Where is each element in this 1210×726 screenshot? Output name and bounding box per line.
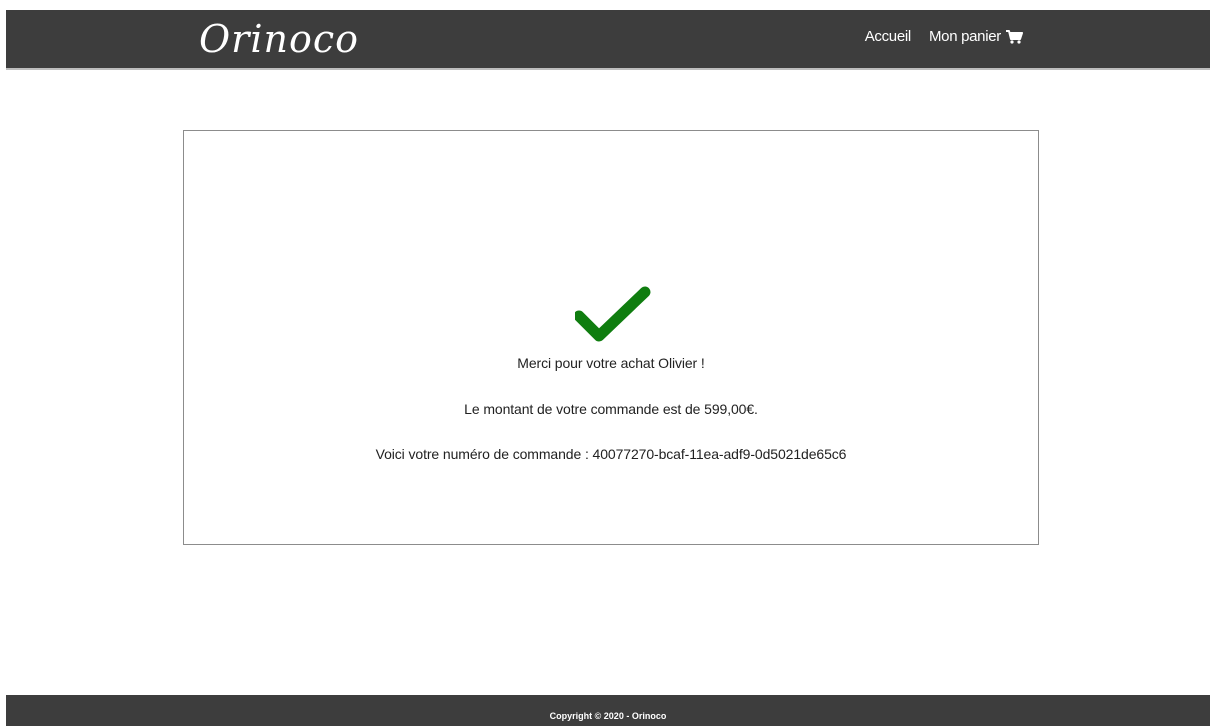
nav-link-home-label: Accueil xyxy=(864,28,912,45)
nav-link-home[interactable]: Accueil xyxy=(864,28,912,45)
nav-link-cart[interactable]: Mon panier xyxy=(929,28,1023,45)
top-navbar: Orinoco Accueil Mon panier xyxy=(6,10,1210,70)
copyright-text: Copyright © 2020 - Orinoco xyxy=(549,711,667,721)
page: Orinoco Accueil Mon panier Merci pour vo… xyxy=(0,0,1210,726)
order-amount-message: Le montant de votre commande est de 599,… xyxy=(464,401,758,417)
footer: Copyright © 2020 - Orinoco xyxy=(6,695,1210,726)
order-number-message: Voici votre numéro de commande : 4007727… xyxy=(375,446,847,462)
main-nav: Accueil Mon panier xyxy=(865,28,1023,45)
brand-logo[interactable]: Orinoco xyxy=(199,16,359,62)
check-icon xyxy=(573,286,651,342)
thanks-message: Merci pour votre achat Olivier ! xyxy=(517,355,705,371)
cart-icon xyxy=(1006,29,1023,44)
nav-link-cart-label: Mon panier xyxy=(928,28,1001,45)
